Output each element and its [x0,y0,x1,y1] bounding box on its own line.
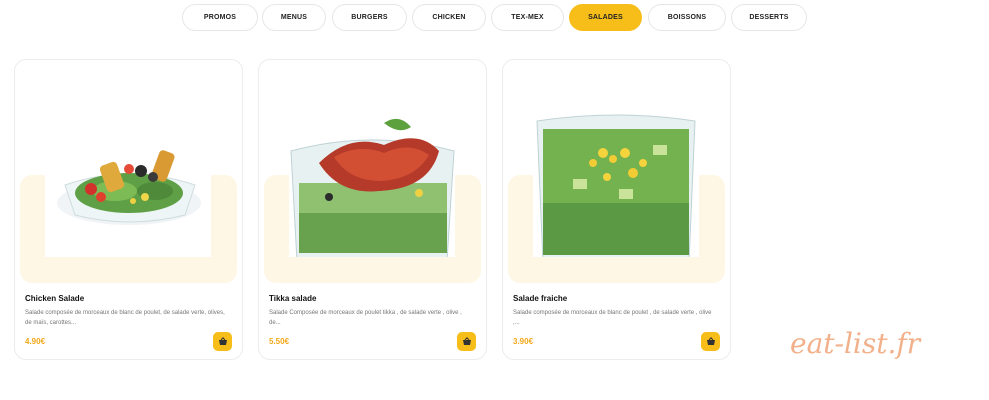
basket-icon [462,337,471,345]
basket-icon [218,337,227,345]
tab-promos[interactable]: PROMOS [182,4,258,31]
product-card-tikka-salade[interactable]: Tikka salade Salade Composée de morceaux… [258,59,487,360]
tab-boissons[interactable]: BOISSONS [648,4,726,31]
category-tabs: PROMOS MENUS BURGERS CHICKEN TEX-MEX SAL… [0,4,989,32]
add-to-cart-button[interactable] [213,332,232,351]
product-price: 5.50€ [269,337,290,346]
tab-tex-mex[interactable]: TEX-MEX [491,4,564,31]
product-price: 3.90€ [513,337,534,346]
basket-icon [706,337,715,345]
product-description: Salade composée de morceaux de blanc de … [513,310,712,326]
watermark-text: eat-list.fr [790,327,921,360]
add-to-cart-button[interactable] [457,332,476,351]
product-image-chicken-salade [45,93,211,257]
tab-desserts[interactable]: DESSERTS [731,4,807,31]
tab-chicken[interactable]: CHICKEN [412,4,486,31]
product-name: Tikka salade [269,294,317,303]
product-name: Salade fraiche [513,294,568,303]
add-to-cart-button[interactable] [701,332,720,351]
product-description: Salade Composée de morceaux de poulet ti… [269,310,462,326]
product-description: Salade composée de morceaux de blanc de … [25,310,225,326]
product-card-chicken-salade[interactable]: Chicken Salade Salade composée de morcea… [14,59,243,360]
product-image-tikka-salade [289,93,455,269]
product-image-salade-fraiche [533,93,699,270]
tab-burgers[interactable]: BURGERS [332,4,407,31]
product-price: 4.90€ [25,337,46,346]
product-name: Chicken Salade [25,294,85,303]
product-card-salade-fraiche[interactable]: Salade fraiche Salade composée de morcea… [502,59,731,360]
tab-salades[interactable]: SALADES [569,4,642,31]
tab-menus[interactable]: MENUS [262,4,326,31]
